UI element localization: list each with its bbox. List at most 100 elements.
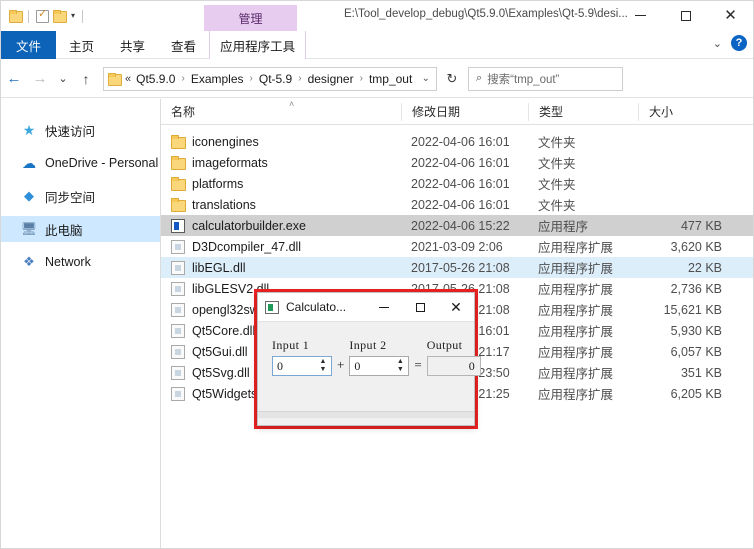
up-button[interactable]: ↑ — [73, 66, 99, 92]
dll-file-icon — [171, 302, 185, 317]
input-2-group: Input 2 0 ▲ ▼ — [349, 338, 410, 376]
calculator-status-bar — [258, 411, 474, 418]
breadcrumb-overflow[interactable]: « — [125, 73, 131, 85]
spinner-down-icon[interactable]: ▼ — [397, 366, 404, 373]
properties-checkbox-icon[interactable] — [36, 8, 49, 23]
sort-ascending-icon: ˄ — [289, 99, 295, 109]
table-row[interactable]: calculatorbuilder.exe 2022-04-06 15:22 应用程… — [161, 215, 753, 236]
tab-view[interactable]: 查看 — [158, 31, 209, 59]
input-1-spinbox[interactable]: 0 ▲ ▼ — [272, 356, 332, 376]
file-name-label: D3Dcompiler_47.dll — [192, 239, 302, 254]
dll-file-icon — [171, 239, 185, 254]
file-size-cell: 15,621 KB — [663, 302, 722, 317]
table-row[interactable]: libEGL.dll 2017-05-26 21:08 应用程序扩展 22 KB — [161, 257, 753, 278]
file-type-cell: 文件夹 — [538, 199, 576, 213]
search-input[interactable]: ⌕ 搜索“tmp_out” — [468, 66, 623, 91]
file-name-label: iconengines — [192, 134, 259, 149]
contextual-group-header: 管理 — [204, 5, 297, 31]
sidebar-item-sync-space[interactable]: ◆ 同步空间 — [1, 183, 160, 209]
file-type-cell: 应用程序扩展 — [538, 367, 614, 381]
maximize-button[interactable] — [663, 1, 708, 30]
file-name-cell: imageformats — [161, 155, 401, 170]
ribbon-tab-bar: 管理 文件 主页 共享 查看 应用程序工具 ⌄ ? — [1, 5, 753, 59]
tab-application-tools[interactable]: 应用程序工具 — [209, 31, 307, 59]
chevron-down-icon[interactable]: ⌄ — [422, 73, 430, 84]
folder-icon[interactable] — [9, 10, 23, 23]
file-type-cell: 文件夹 — [538, 136, 576, 150]
breadcrumb-separator[interactable]: › — [250, 73, 253, 84]
input-1-value: 0 — [277, 358, 283, 373]
file-name-cell: calculatorbuilder.exe — [161, 218, 401, 233]
breadcrumb-item-qt-5-9[interactable]: Qt-5.9 — [257, 71, 294, 87]
help-icon[interactable]: ? — [731, 35, 747, 51]
address-bar: ← → ⌄ ↑ « Qt5.9.0 › Examples › Qt-5.9 › … — [1, 60, 753, 98]
calculator-maximize-button[interactable] — [402, 293, 438, 322]
close-icon: ✕ — [450, 299, 462, 315]
back-button[interactable]: ← — [1, 66, 27, 92]
breadcrumb-separator[interactable]: › — [298, 73, 301, 84]
file-name-label: libEGL.dll — [192, 260, 246, 275]
spinner-up-icon[interactable]: ▲ — [320, 358, 327, 365]
dll-file-icon — [171, 323, 185, 338]
sidebar-item-network[interactable]: ❖ Network — [1, 249, 160, 275]
calculator-window: Calculato... ✕ Input 1 0 ▲ ▼ + Input 2 0… — [257, 292, 481, 426]
sidebar-item-this-pc[interactable]: 🖥 此电脑 — [1, 216, 160, 242]
refresh-button[interactable]: ↻ — [439, 67, 465, 91]
column-header-name[interactable]: 名称 — [161, 103, 401, 121]
file-type-cell: 应用程序扩展 — [538, 346, 614, 360]
calculator-close-button[interactable]: ✕ — [438, 293, 474, 322]
breadcrumb-item-examples[interactable]: Examples — [189, 71, 246, 87]
spinner-arrows-icon[interactable]: ▲ ▼ — [317, 358, 329, 374]
breadcrumb[interactable]: « Qt5.9.0 › Examples › Qt-5.9 › designer… — [103, 66, 437, 91]
spinner-up-icon[interactable]: ▲ — [397, 358, 404, 365]
minimize-button[interactable] — [618, 1, 663, 30]
breadcrumb-item-tmp-out[interactable]: tmp_out — [367, 71, 414, 87]
cloud-icon: ☁ — [22, 154, 36, 171]
file-type-cell: 文件夹 — [538, 178, 576, 192]
tab-file[interactable]: 文件 — [1, 31, 57, 59]
forward-button[interactable]: → — [27, 66, 53, 92]
sidebar-item-label: 快速访问 — [45, 124, 96, 139]
calculator-minimize-button[interactable] — [366, 293, 402, 322]
chevron-down-icon[interactable]: ▾ — [71, 11, 75, 21]
breadcrumb-item-qt590[interactable]: Qt5.9.0 — [134, 71, 177, 87]
column-header-size[interactable]: 大小 — [638, 102, 736, 121]
file-size-cell: 5,930 KB — [670, 323, 722, 338]
title-bar: ▾ E:\Tool_develop_debug\Qt5.9.0\Examples… — [1, 1, 753, 31]
sidebar-item-quick-access[interactable]: ★ 快速访问 — [1, 117, 160, 143]
breadcrumb-separator[interactable]: › — [360, 73, 363, 84]
sidebar-item-label: 此电脑 — [45, 223, 83, 238]
column-header-type[interactable]: 类型 — [528, 102, 638, 121]
recent-locations-button[interactable]: ⌄ — [53, 66, 73, 92]
chevron-down-icon[interactable]: ⌄ — [713, 37, 722, 50]
sidebar-item-onedrive[interactable]: ☁ OneDrive - Personal — [1, 150, 160, 176]
table-row[interactable]: translations 2022-04-06 16:01 文件夹 — [161, 194, 753, 215]
dll-file-icon — [171, 344, 185, 359]
file-name-label: Qt5Core.dll — [192, 323, 256, 338]
new-folder-icon[interactable] — [53, 10, 67, 23]
sidebar-item-label: OneDrive - Personal — [45, 156, 159, 170]
file-date-cell: 2021-03-09 2:06 — [411, 239, 503, 254]
input-2-spinbox[interactable]: 0 ▲ ▼ — [349, 356, 410, 376]
close-button[interactable]: ✕ — [708, 1, 753, 30]
table-row[interactable]: D3Dcompiler_47.dll 2021-03-09 2:06 应用程序扩展 3… — [161, 236, 753, 257]
breadcrumb-items: « Qt5.9.0 › Examples › Qt-5.9 › designer… — [125, 71, 414, 87]
calculator-title-bar: Calculato... ✕ — [258, 293, 474, 322]
ribbon-tabs: 文件 主页 共享 查看 应用程序工具 — [1, 31, 307, 59]
star-icon: ★ — [22, 121, 36, 138]
file-type-cell: 应用程序扩展 — [538, 283, 614, 297]
file-name-label: Qt5Svg.dll — [192, 365, 250, 380]
file-size-cell: 6,057 KB — [670, 344, 722, 359]
table-row[interactable]: iconengines 2022-04-06 16:01 文件夹 — [161, 131, 753, 152]
table-row[interactable]: imageformats 2022-04-06 16:01 文件夹 — [161, 152, 753, 173]
tab-share[interactable]: 共享 — [107, 31, 158, 59]
breadcrumb-item-designer[interactable]: designer — [306, 71, 356, 87]
tab-home[interactable]: 主页 — [56, 31, 107, 59]
column-header-date[interactable]: 修改日期 — [401, 102, 528, 121]
breadcrumb-separator[interactable]: › — [181, 73, 184, 84]
table-row[interactable]: platforms 2022-04-06 16:01 文件夹 — [161, 173, 753, 194]
spinner-down-icon[interactable]: ▼ — [320, 366, 327, 373]
quick-access-toolbar: ▾ — [9, 5, 86, 27]
spinner-arrows-icon[interactable]: ▲ ▼ — [394, 358, 406, 374]
sidebar-item-label: 同步空间 — [45, 190, 96, 205]
